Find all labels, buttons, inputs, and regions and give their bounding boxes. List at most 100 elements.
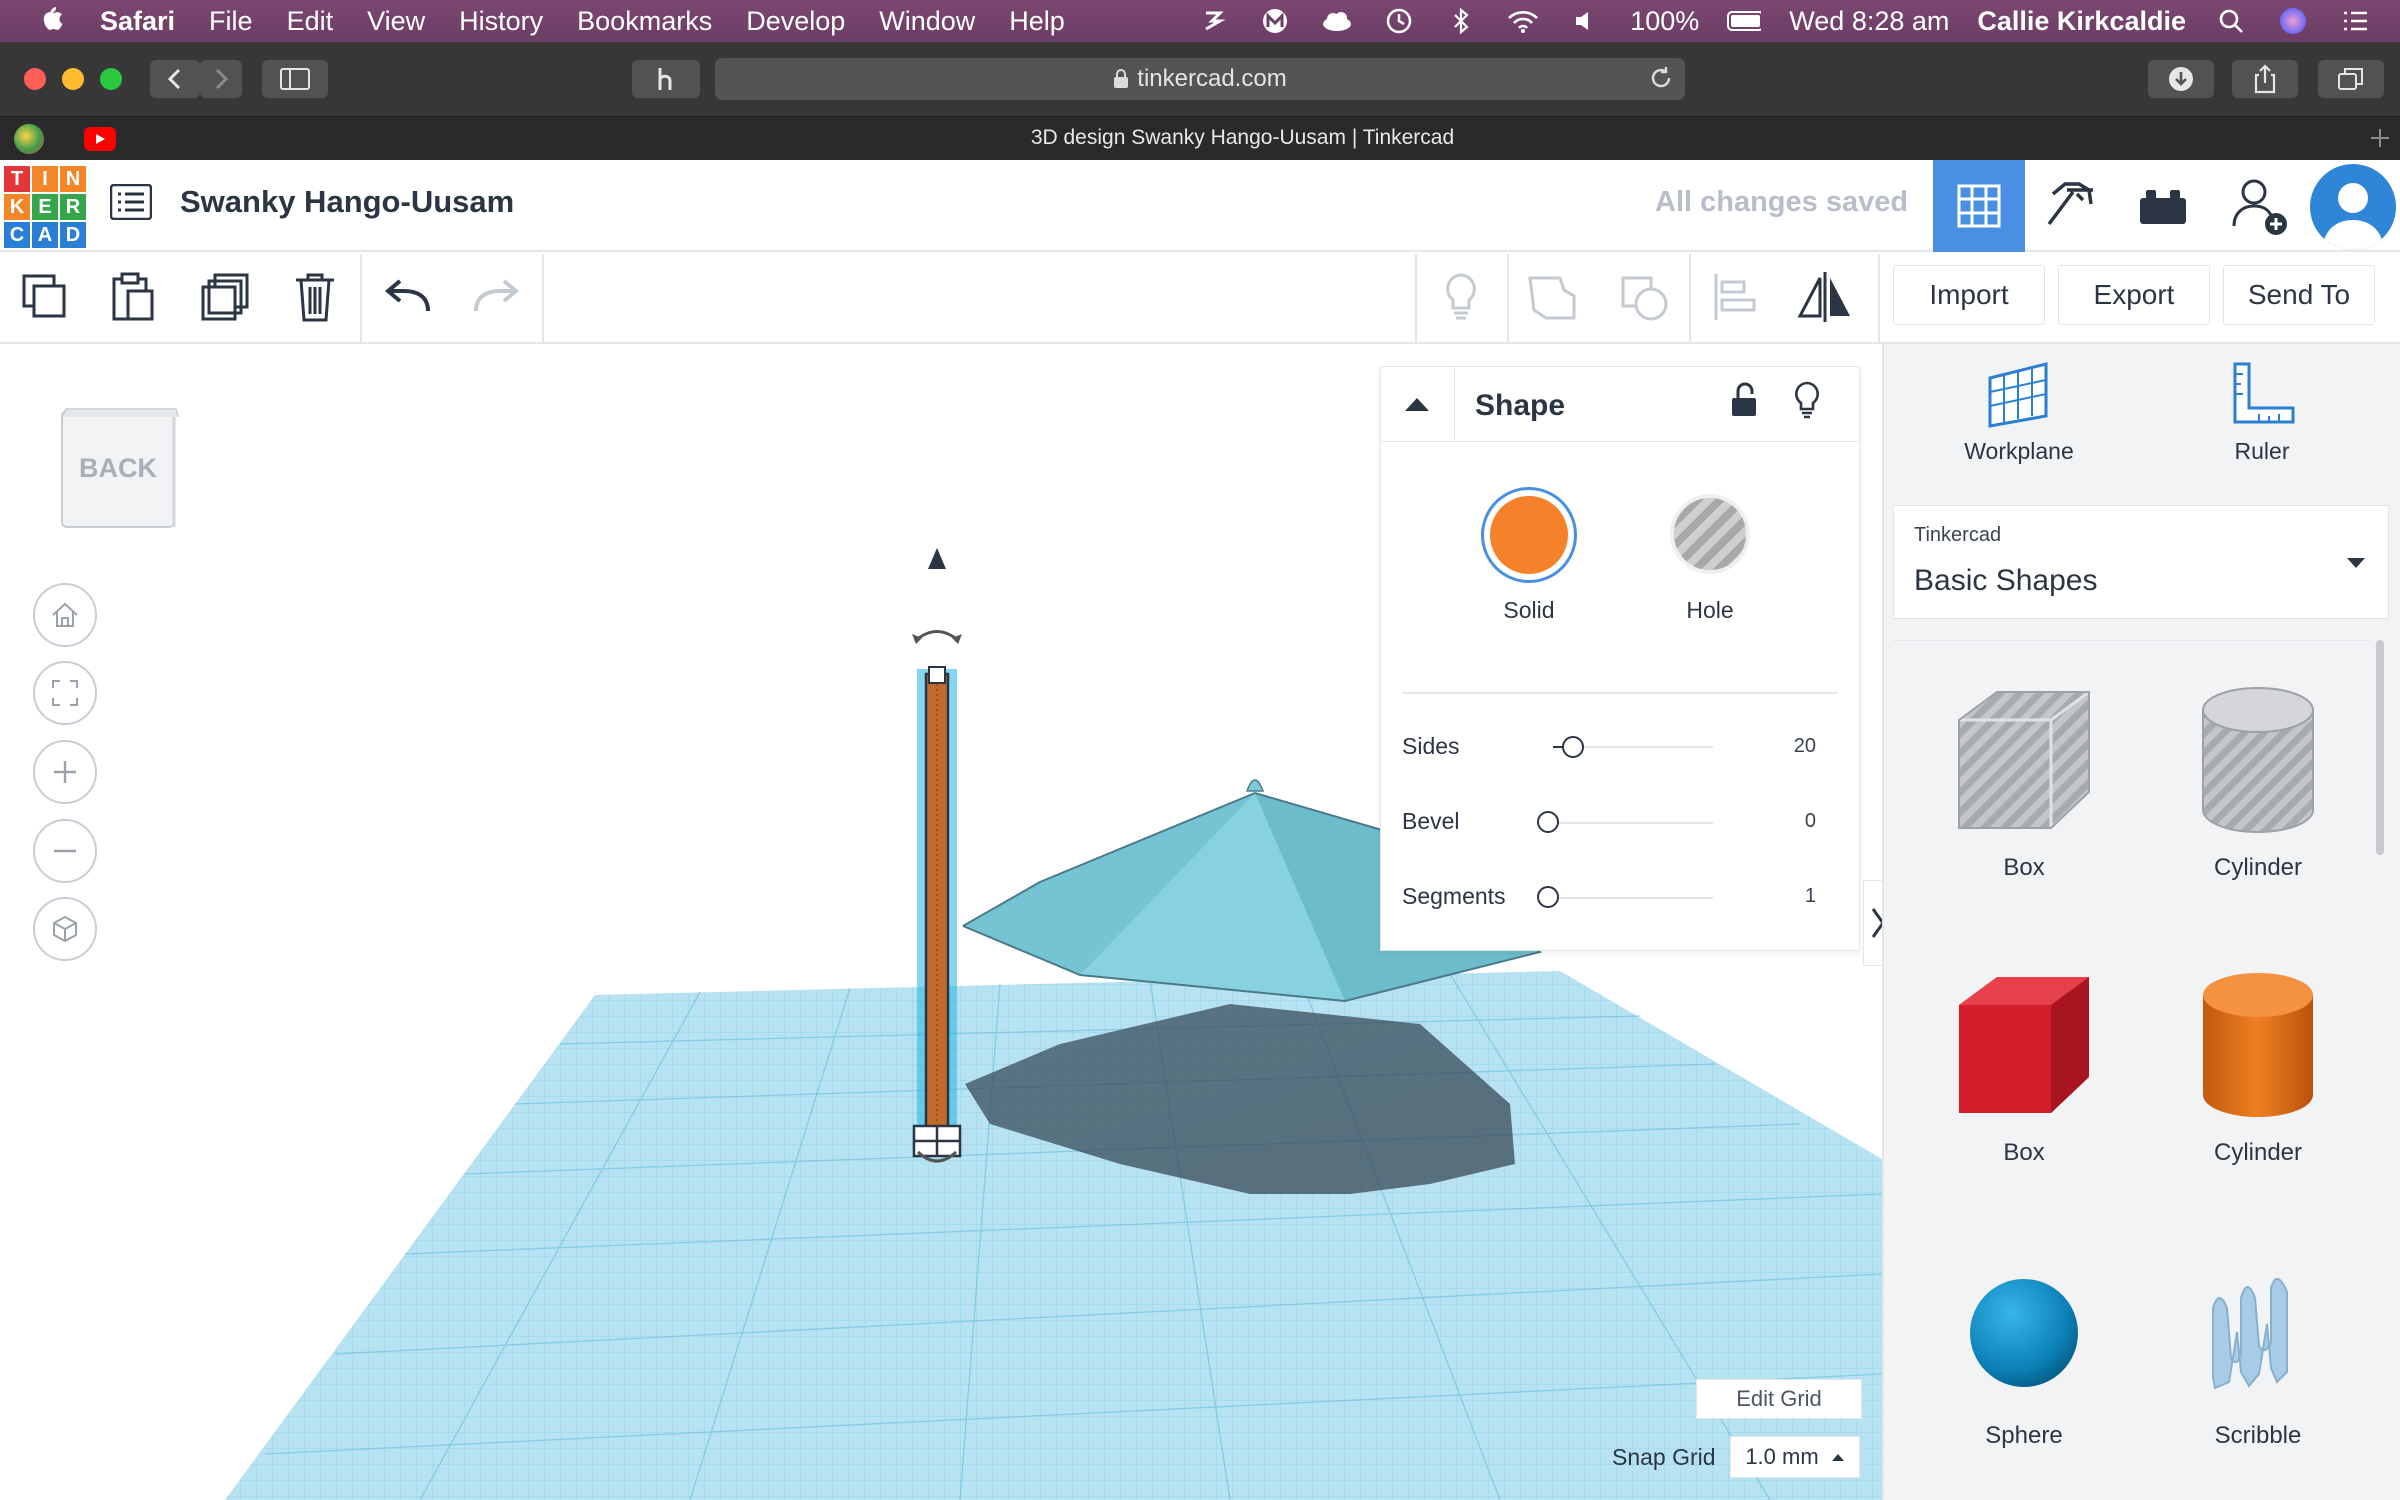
bricks-view-button[interactable] [2117,160,2209,252]
paste-button[interactable] [98,262,168,332]
mirror-button[interactable] [1790,262,1860,332]
menu-safari[interactable]: Safari [100,6,175,37]
zoom-window-button[interactable] [100,68,122,90]
zoom-in-button[interactable] [33,740,97,804]
hole-button[interactable] [1670,494,1750,574]
design-list-icon[interactable] [109,183,153,225]
shape-box-solid[interactable]: Box [1924,965,2124,1235]
shape-box-hole[interactable]: Box [1924,680,2124,950]
apple-menu-icon[interactable] [38,3,70,40]
redo-button[interactable] [462,262,532,332]
library-scrollbar[interactable] [2376,640,2384,855]
workplane-tool-button[interactable]: Workplane [1934,360,2104,490]
shape-cylinder-solid[interactable]: Cylinder [2158,965,2358,1235]
menu-file[interactable]: File [209,6,253,37]
shape-cylinder-hole[interactable]: Cylinder [2158,680,2358,950]
close-window-button[interactable] [24,68,46,90]
menu-bookmarks[interactable]: Bookmarks [577,6,712,37]
design-title[interactable]: Swanky Hango-Uusam [180,184,514,220]
inspector-collapse-button[interactable] [1380,366,1455,442]
bevel-slider-track[interactable] [1540,822,1713,824]
menu-history[interactable]: History [459,6,543,37]
wifi-icon[interactable] [1506,8,1540,34]
bevel-value[interactable]: 0 [1776,810,1816,833]
notification-center-icon[interactable] [2338,8,2372,34]
solid-color-button[interactable] [1481,487,1577,583]
new-tab-button[interactable] [2362,120,2398,156]
chrome-favicon-icon[interactable] [14,124,44,154]
ungroup-button[interactable] [1610,262,1680,332]
siri-icon[interactable] [2276,8,2310,34]
zoom-out-button[interactable] [33,819,97,883]
spotlight-search-icon[interactable] [2214,8,2248,34]
malwarebytes-icon[interactable] [1258,8,1292,34]
toolbar-divider [1415,254,1417,342]
hide-shape-icon[interactable] [1792,380,1822,425]
duplicate-button[interactable] [190,262,260,332]
tab-active[interactable]: 3D design Swanky Hango-Uusam | Tinkercad [130,116,2355,160]
sides-slider-knob[interactable] [1562,736,1584,758]
lift-arrow-handle[interactable] [928,548,946,569]
reload-icon[interactable] [1648,64,1674,97]
lock-icon [1114,69,1129,88]
user-name[interactable]: Callie Kirkcaldie [1977,6,2186,37]
user-avatar[interactable] [2310,164,2396,250]
menu-edit[interactable]: Edit [287,6,334,37]
shape-category-dropdown[interactable]: Tinkercad Basic Shapes [1893,505,2389,619]
group-button[interactable] [1517,262,1587,332]
extension-s-icon[interactable] [1196,8,1230,34]
rotate-handle[interactable] [914,630,960,643]
import-button[interactable]: Import [1893,265,2045,325]
sides-value[interactable]: 20 [1776,735,1816,758]
bevel-slider-knob[interactable] [1537,811,1559,833]
honey-extension-button[interactable] [632,60,700,98]
workplane-label: Workplane [1964,438,2074,464]
edit-grid-button[interactable]: Edit Grid [1696,1379,1862,1419]
menu-window[interactable]: Window [879,6,975,37]
downloads-button[interactable] [2148,60,2214,98]
invite-user-button[interactable] [2215,160,2307,252]
tinkercad-logo[interactable]: T I N K E R C A D [4,166,86,248]
tabs-overview-button[interactable] [2318,60,2384,98]
delete-button[interactable] [280,262,350,332]
sidebar-toggle-button[interactable] [262,60,328,98]
share-button[interactable] [2232,60,2298,98]
send-to-button[interactable]: Send To [2223,265,2375,325]
address-bar[interactable]: tinkercad.com [715,58,1685,100]
toolbar-divider [1878,254,1880,342]
shape-sphere[interactable]: Sphere [1924,1258,2124,1500]
3d-design-view-button[interactable] [1933,160,2025,252]
ruler-label: Ruler [2234,438,2290,464]
volume-icon[interactable] [1568,8,1602,34]
bluetooth-icon[interactable] [1444,7,1478,35]
time-machine-icon[interactable] [1382,8,1416,34]
menu-view[interactable]: View [367,6,425,37]
segments-slider-knob[interactable] [1537,886,1559,908]
forward-button[interactable] [200,60,242,98]
segments-slider-track[interactable] [1540,897,1713,899]
fit-view-button[interactable] [33,661,97,725]
cloud-icon[interactable] [1320,8,1354,34]
ruler-tool-button[interactable]: Ruler [2177,360,2347,490]
minecraft-view-button[interactable] [2025,160,2117,252]
notes-button[interactable] [1426,262,1496,332]
minimize-window-button[interactable] [62,68,84,90]
menu-help[interactable]: Help [1009,6,1065,37]
resize-handle-top[interactable] [928,666,946,684]
orthographic-toggle-button[interactable] [33,897,97,961]
youtube-favicon-icon[interactable] [84,127,116,151]
lock-toggle-icon[interactable] [1728,380,1760,425]
snap-grid-select[interactable]: 1.0 mm [1730,1436,1860,1478]
home-view-button[interactable] [33,583,97,647]
copy-button[interactable] [10,262,80,332]
view-cube[interactable]: BACK [58,405,182,535]
shape-scribble[interactable]: Scribble [2158,1258,2358,1500]
clock[interactable]: Wed 8:28 am [1789,6,1949,37]
battery-icon[interactable] [1727,8,1762,34]
segments-value[interactable]: 1 [1776,885,1816,908]
back-button[interactable] [150,60,200,98]
align-button[interactable] [1699,262,1769,332]
menu-develop[interactable]: Develop [746,6,845,37]
export-button[interactable]: Export [2058,265,2210,325]
undo-button[interactable] [372,262,442,332]
